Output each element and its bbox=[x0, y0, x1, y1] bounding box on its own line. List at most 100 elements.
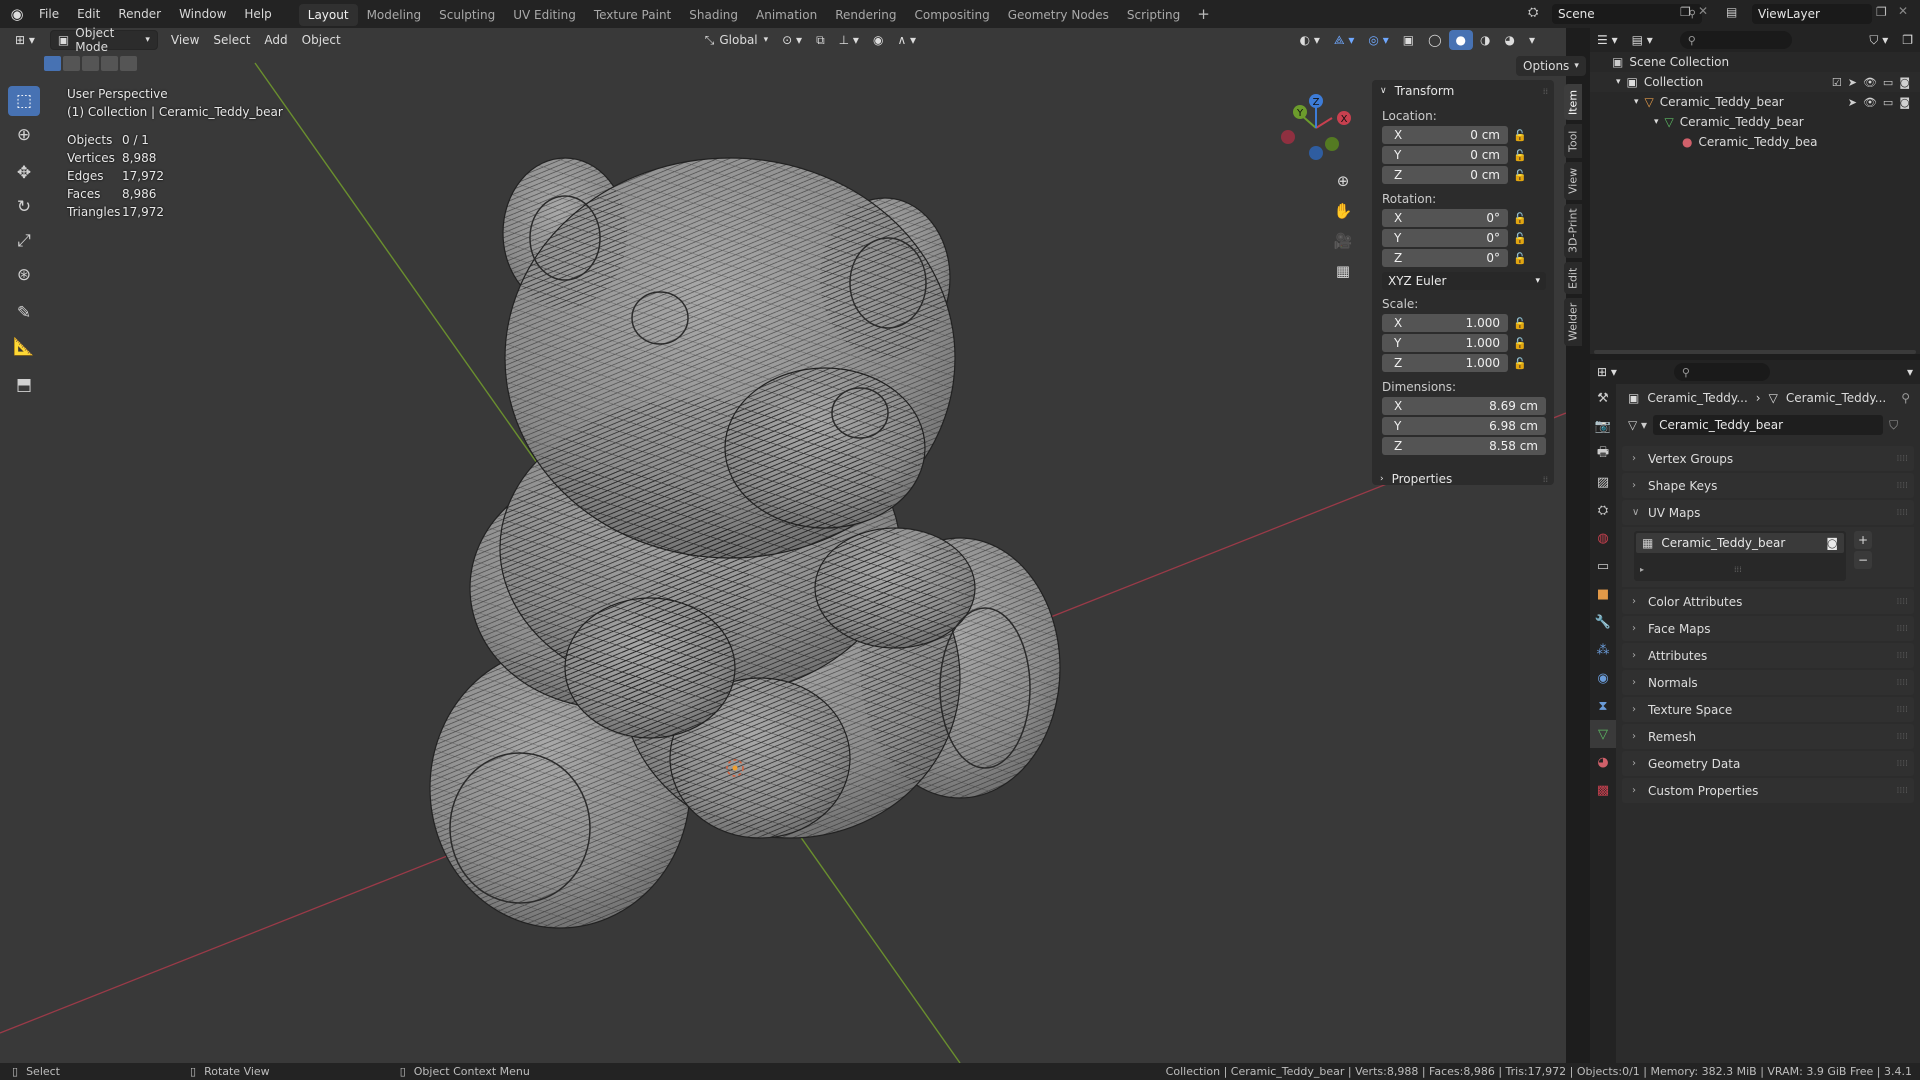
lock-icon[interactable]: 🔓 bbox=[1508, 149, 1532, 162]
tab-welder[interactable]: Welder bbox=[1564, 298, 1582, 346]
location-x-field[interactable]: X 0 cm bbox=[1382, 126, 1508, 144]
camera-view-icon[interactable]: 🎥 bbox=[1330, 228, 1356, 254]
section-face-maps[interactable]: › Face Maps ⁞⁞⁞⁞ bbox=[1622, 616, 1914, 641]
tab-edit[interactable]: Edit bbox=[1564, 262, 1582, 294]
section-vertex-groups[interactable]: › Vertex Groups ⁞⁞⁞⁞ bbox=[1622, 446, 1914, 471]
output-tab-icon[interactable]: 🖶 bbox=[1590, 440, 1616, 468]
outliner-editor-type-icon[interactable]: ☰ ▾ bbox=[1590, 30, 1625, 50]
drag-grip-icon[interactable]: ⁞⁞⁞⁞ bbox=[1897, 597, 1908, 607]
tab-3d-print[interactable]: 3D-Print bbox=[1564, 204, 1582, 258]
chevron-down-icon[interactable]: ▾ bbox=[1634, 97, 1639, 107]
mesh-data-tab-icon[interactable]: ▽ bbox=[1590, 720, 1616, 748]
lock-icon[interactable]: 🔓 bbox=[1508, 337, 1532, 350]
wireframe-shading-icon[interactable]: ◯ bbox=[1421, 30, 1448, 50]
section-normals[interactable]: › Normals ⁞⁞⁞⁞ bbox=[1622, 670, 1914, 695]
mesh-name-field[interactable]: Ceramic_Teddy_bear bbox=[1653, 415, 1884, 435]
collection-tab-icon[interactable]: ▭ bbox=[1590, 552, 1616, 580]
lock-icon[interactable]: 🔓 bbox=[1508, 232, 1532, 245]
render-camera-icon[interactable]: ◙ bbox=[1899, 76, 1910, 89]
rotation-y-field[interactable]: Y 0° bbox=[1382, 229, 1508, 247]
section-uv-maps[interactable]: ∨ UV Maps ⁞⁞⁞⁞ bbox=[1622, 500, 1914, 525]
gizmo-toggle-icon[interactable]: ⟁ ▾ bbox=[1327, 30, 1362, 50]
scene-icon[interactable]: ⛭ bbox=[1528, 5, 1538, 20]
scale-z-field[interactable]: Z 1.000 bbox=[1382, 354, 1508, 372]
transform-orientation-selector[interactable]: ⤡ Global ▾ bbox=[698, 30, 775, 50]
select-intersect-icon[interactable] bbox=[120, 56, 137, 71]
new-scene-icon[interactable]: ❐ bbox=[1680, 5, 1691, 19]
properties-editor-type-icon[interactable]: ⊞ ▾ bbox=[1590, 362, 1624, 382]
outliner-row-object[interactable]: ▾ ▽ Ceramic_Teddy_bear ➤ 👁 ▭ ◙ bbox=[1590, 92, 1920, 112]
falloff-icon[interactable]: ∧ ▾ bbox=[890, 30, 923, 50]
mesh-data-browse-icon[interactable]: ▽ ▾ bbox=[1628, 418, 1647, 432]
filter-icon[interactable]: ⛉ ▾ bbox=[1862, 30, 1895, 50]
modifier-tab-icon[interactable]: 🔧 bbox=[1590, 608, 1616, 636]
checkbox-icon[interactable]: ☑ bbox=[1832, 76, 1842, 89]
object-menu[interactable]: Object bbox=[295, 30, 348, 50]
section-color-attributes[interactable]: › Color Attributes ⁞⁞⁞⁞ bbox=[1622, 589, 1914, 614]
view-layer-selector[interactable]: ViewLayer bbox=[1752, 4, 1872, 24]
delete-scene-icon[interactable]: ✕ bbox=[1698, 4, 1708, 18]
editor-type-button[interactable]: ⊞ ▾ bbox=[8, 30, 42, 50]
workspace-tab-uv-editing[interactable]: UV Editing bbox=[504, 4, 585, 26]
uv-map-item[interactable]: ▦ Ceramic_Teddy_bear ◙ bbox=[1636, 533, 1844, 553]
dimensions-y-field[interactable]: Y 6.98 cm bbox=[1382, 417, 1546, 435]
tab-item[interactable]: Item bbox=[1564, 84, 1582, 120]
select-box-tool-icon[interactable]: ⬚ bbox=[8, 86, 40, 116]
selectable-icon[interactable]: ➤ bbox=[1848, 96, 1857, 109]
view-menu[interactable]: View bbox=[164, 30, 206, 50]
particles-tab-icon[interactable]: ⁂ bbox=[1590, 636, 1616, 664]
lock-icon[interactable]: 🔓 bbox=[1508, 129, 1532, 142]
xray-toggle-icon[interactable]: ▣ bbox=[1396, 30, 1421, 50]
render-tab-icon[interactable]: 📷 bbox=[1590, 412, 1616, 440]
tab-tool[interactable]: Tool bbox=[1564, 124, 1582, 158]
workspace-tab-shading[interactable]: Shading bbox=[680, 4, 747, 26]
drag-grip-icon[interactable]: ⁞⁞⁞⁞ bbox=[1897, 786, 1908, 796]
eye-icon[interactable]: 👁 bbox=[1863, 96, 1877, 109]
solid-shading-icon[interactable]: ● bbox=[1448, 30, 1473, 50]
lock-icon[interactable]: 🔓 bbox=[1508, 317, 1532, 330]
list-expand-icon[interactable]: ▸ bbox=[1640, 565, 1644, 574]
workspace-tab-texture-paint[interactable]: Texture Paint bbox=[585, 4, 680, 26]
scene-tab-icon[interactable]: ⛭ bbox=[1590, 496, 1616, 524]
new-view-layer-icon[interactable]: ❐ bbox=[1876, 5, 1887, 19]
material-tab-icon[interactable]: ◕ bbox=[1590, 748, 1616, 776]
menu-help[interactable]: Help bbox=[235, 0, 280, 28]
section-custom-properties[interactable]: › Custom Properties ⁞⁞⁞⁞ bbox=[1622, 778, 1914, 803]
lock-icon[interactable]: 🔓 bbox=[1508, 169, 1532, 182]
outliner-row-material[interactable]: ● Ceramic_Teddy_bea bbox=[1590, 132, 1920, 152]
constraints-tab-icon[interactable]: ⧗ bbox=[1590, 692, 1616, 720]
properties-options-icon[interactable]: ▾ bbox=[1900, 362, 1920, 382]
material-shading-icon[interactable]: ◑ bbox=[1473, 30, 1497, 50]
cursor-tool-icon[interactable]: ⊕ bbox=[8, 120, 40, 150]
fake-user-shield-icon[interactable]: ⛉ bbox=[1889, 418, 1898, 433]
overlays-toggle-icon[interactable]: ◎ ▾ bbox=[1361, 30, 1395, 50]
display-mode-icon[interactable]: ▤ ▾ bbox=[1625, 30, 1660, 50]
new-collection-icon[interactable]: ❐ bbox=[1895, 30, 1920, 50]
drag-grip-icon[interactable]: ⁞⁞ bbox=[1543, 475, 1548, 484]
outliner-row-mesh-data[interactable]: ▾ ▽ Ceramic_Teddy_bear bbox=[1590, 112, 1920, 132]
workspace-tab-compositing[interactable]: Compositing bbox=[905, 4, 998, 26]
workspace-tab-rendering[interactable]: Rendering bbox=[826, 4, 905, 26]
section-remesh[interactable]: › Remesh ⁞⁞⁞⁞ bbox=[1622, 724, 1914, 749]
add-uv-map-button[interactable]: + bbox=[1854, 531, 1872, 549]
pivot-point-button[interactable]: ⊙ ▾ bbox=[775, 30, 809, 50]
view-layer-tab-icon[interactable]: ▨ bbox=[1590, 468, 1616, 496]
snap-target-button[interactable]: ⊥ ▾ bbox=[832, 30, 866, 50]
workspace-tab-modeling[interactable]: Modeling bbox=[358, 4, 431, 26]
menu-render[interactable]: Render bbox=[109, 0, 170, 28]
section-texture-space[interactable]: › Texture Space ⁞⁞⁞⁞ bbox=[1622, 697, 1914, 722]
lock-icon[interactable]: 🔓 bbox=[1508, 212, 1532, 225]
dimensions-z-field[interactable]: Z 8.58 cm bbox=[1382, 437, 1546, 455]
world-tab-icon[interactable]: ◍ bbox=[1590, 524, 1616, 552]
viewport-disable-icon[interactable]: ▭ bbox=[1883, 76, 1893, 89]
outliner-row-scene-collection[interactable]: ▣ Scene Collection bbox=[1590, 52, 1920, 72]
workspace-tab-layout[interactable]: Layout bbox=[298, 4, 358, 26]
chevron-down-icon[interactable]: ▾ bbox=[1616, 77, 1621, 87]
ortho-grid-icon[interactable]: ▦ bbox=[1330, 258, 1356, 284]
physics-tab-icon[interactable]: ◉ bbox=[1590, 664, 1616, 692]
transform-panel-header[interactable]: ∨ Transform ⁞⁞ bbox=[1372, 80, 1554, 102]
selectable-icon[interactable]: ➤ bbox=[1848, 76, 1857, 89]
mode-selector[interactable]: ▣ Object Mode ▾ bbox=[49, 26, 158, 54]
tool-tab-icon[interactable]: ⚒ bbox=[1590, 384, 1616, 412]
navigation-gizmo[interactable]: X Y Z bbox=[1276, 90, 1356, 170]
